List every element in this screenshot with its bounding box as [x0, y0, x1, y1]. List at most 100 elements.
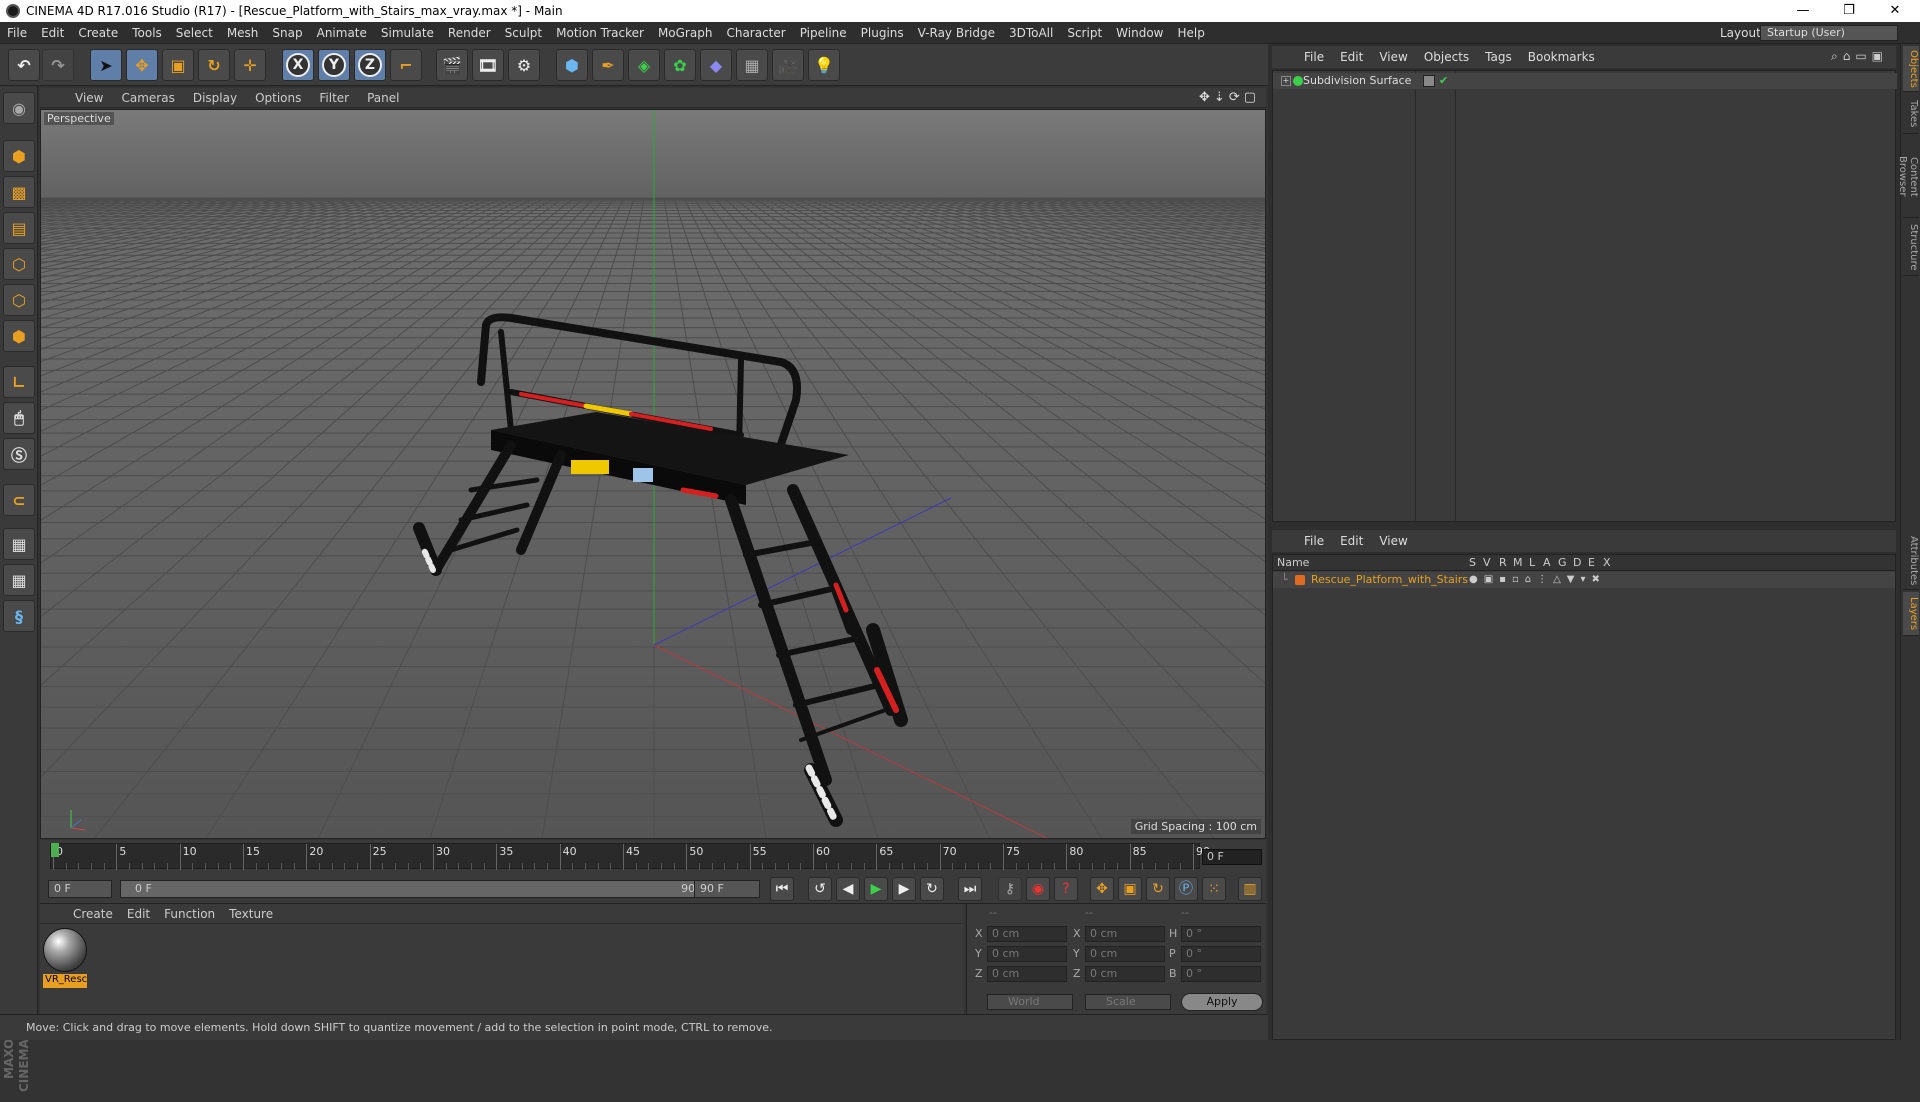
layout-dropdown[interactable]: Startup (User) [1760, 25, 1898, 41]
subdivision-surface-button[interactable]: ◈ [628, 49, 660, 81]
menu-script[interactable]: Script [1060, 26, 1109, 40]
x-axis-button[interactable]: X [282, 49, 314, 81]
camera-button[interactable]: 🎥 [772, 49, 804, 81]
menu-snap[interactable]: Snap [265, 26, 309, 40]
floor-button[interactable]: ▦ [736, 49, 768, 81]
layer-col-x[interactable]: X [1603, 555, 1611, 571]
rotate-tool-button[interactable]: ↻ [198, 49, 230, 81]
pen-spline-button[interactable]: ✒ [592, 49, 624, 81]
layer-col-v[interactable]: V [1483, 555, 1491, 571]
workplane-mode-button[interactable]: ▤ [3, 212, 35, 244]
object-menu-edit[interactable]: Edit [1332, 50, 1371, 64]
polygons-mode-button[interactable]: ⬢ [3, 320, 35, 352]
key-scale-button[interactable]: ▣ [1118, 877, 1142, 901]
viewport-menu-panel[interactable]: Panel [358, 91, 408, 105]
timeline-playhead[interactable] [51, 843, 59, 857]
make-editable-button[interactable]: ◉ [3, 92, 35, 124]
record-active-objects-button[interactable]: ◉ [1026, 877, 1050, 901]
material-menu-create[interactable]: Create [66, 907, 120, 921]
viewport-menu-options[interactable]: Options [246, 91, 310, 105]
layer-col-e[interactable]: E [1588, 555, 1595, 571]
layer-color-swatch[interactable] [1295, 575, 1305, 585]
render-settings-button[interactable]: ⚙ [508, 49, 540, 81]
layer-menu-file[interactable]: File [1296, 534, 1332, 548]
cube-object-button[interactable]: ⬢ [556, 49, 588, 81]
start-frame-field[interactable]: 0 F [48, 880, 112, 898]
menu-sculpt[interactable]: Sculpt [498, 26, 549, 40]
magnet-button[interactable]: ⊂ [3, 484, 35, 516]
menu-create[interactable]: Create [71, 26, 125, 40]
render-view-button[interactable]: 🎬 [436, 49, 468, 81]
layer-col-l[interactable]: L [1529, 555, 1535, 571]
menu-3dtoall[interactable]: 3DToAll [1002, 26, 1060, 40]
key-position-button[interactable]: ✥ [1090, 877, 1114, 901]
edges-mode-button[interactable]: ⬡ [3, 284, 35, 316]
key-rotation-button[interactable]: ↻ [1146, 877, 1170, 901]
viewport-navigation-icons[interactable]: ✥⇣⟳▢ [1199, 90, 1260, 105]
layer-col-a[interactable]: A [1543, 555, 1551, 571]
material-menu-edit[interactable]: Edit [120, 907, 157, 921]
viewport-menu-view[interactable]: View [66, 91, 112, 105]
recent-tool-button[interactable]: ✛ [234, 49, 266, 81]
python-button[interactable]: § [3, 600, 35, 632]
menu-simulate[interactable]: Simulate [374, 26, 441, 40]
tab-layers[interactable]: Layers [1903, 592, 1919, 636]
object-row-subdivision-surface[interactable]: + Subdivision Surface ✔ [1273, 73, 1897, 89]
coordinate-system-button[interactable]: ⌐ [390, 49, 422, 81]
menu-mesh[interactable]: Mesh [220, 26, 266, 40]
close-button[interactable]: ✕ [1872, 0, 1918, 22]
scale-tool-button[interactable]: ▣ [162, 49, 194, 81]
render-picture-viewer-button[interactable]: 🎞 [472, 49, 504, 81]
axis-mode-button[interactable]: ∟ [3, 366, 35, 398]
material-preview-sphere[interactable] [43, 928, 87, 972]
menu-vray-bridge[interactable]: V-Ray Bridge [911, 26, 1002, 40]
layer-menu-edit[interactable]: Edit [1332, 534, 1371, 548]
object-manager-search-home-icons[interactable]: ⌕⌂▭▣ [1831, 49, 1888, 64]
layer-col-r[interactable]: R [1499, 555, 1507, 571]
menu-mograph[interactable]: MoGraph [651, 26, 720, 40]
layer-menu-view[interactable]: View [1371, 534, 1415, 548]
menu-motion-tracker[interactable]: Motion Tracker [549, 26, 651, 40]
material-menu-function[interactable]: Function [157, 907, 222, 921]
record-keys-button[interactable]: ⚷ [998, 877, 1022, 901]
position-x-field[interactable]: 0 cm [987, 926, 1067, 942]
light-button[interactable]: 💡 [808, 49, 840, 81]
menu-window[interactable]: Window [1109, 26, 1170, 40]
model-mode-button[interactable]: ⬢ [3, 140, 35, 172]
menu-plugins[interactable]: Plugins [854, 26, 911, 40]
rotation-b-field[interactable]: 0 ° [1181, 966, 1261, 982]
enabled-check-icon[interactable]: ✔ [1439, 73, 1448, 89]
viewport-menu-display[interactable]: Display [184, 91, 246, 105]
redo-button[interactable]: ↷ [42, 49, 74, 81]
object-menu-file[interactable]: File [1296, 50, 1332, 64]
tab-takes[interactable]: Takes [1903, 94, 1919, 134]
layer-row[interactable]: └ Rescue_Platform_with_Stairs ●▣▪▫⌂⋮△▼▾✖ [1273, 572, 1895, 588]
menu-select[interactable]: Select [169, 26, 220, 40]
go-to-end-button[interactable]: ⏭ [958, 877, 982, 901]
menu-render[interactable]: Render [441, 26, 498, 40]
menu-help[interactable]: Help [1170, 26, 1211, 40]
preview-range-slider[interactable]: 0 F 90 F [120, 880, 720, 898]
autokeying-button[interactable]: ? [1054, 877, 1078, 901]
rotation-h-field[interactable]: 0 ° [1181, 926, 1261, 942]
deformer-button[interactable]: ◆ [700, 49, 732, 81]
material-menu-texture[interactable]: Texture [222, 907, 280, 921]
object-menu-objects[interactable]: Objects [1416, 50, 1477, 64]
tab-structure[interactable]: Structure [1903, 220, 1919, 276]
size-x-field[interactable]: 0 cm [1085, 926, 1165, 942]
play-button[interactable]: ▶ [864, 877, 888, 901]
size-mode-dropdown[interactable]: Scale [1085, 994, 1171, 1010]
size-y-field[interactable]: 0 cm [1085, 946, 1165, 962]
object-menu-tags[interactable]: Tags [1477, 50, 1520, 64]
cloner-button[interactable]: ✿ [664, 49, 696, 81]
position-z-field[interactable]: 0 cm [987, 966, 1067, 982]
key-pla-button[interactable]: ⁙ [1202, 877, 1226, 901]
menu-file[interactable]: File [0, 26, 34, 40]
layer-col-g[interactable]: G [1558, 555, 1567, 571]
layer-col-m[interactable]: M [1513, 555, 1523, 571]
apply-button[interactable]: Apply [1181, 993, 1263, 1011]
minimize-button[interactable]: — [1780, 0, 1826, 22]
y-axis-button[interactable]: Y [318, 49, 350, 81]
perspective-viewport[interactable]: Perspective Grid Spacing : 100 cm [40, 109, 1266, 839]
viewport-menu-filter[interactable]: Filter [310, 91, 358, 105]
